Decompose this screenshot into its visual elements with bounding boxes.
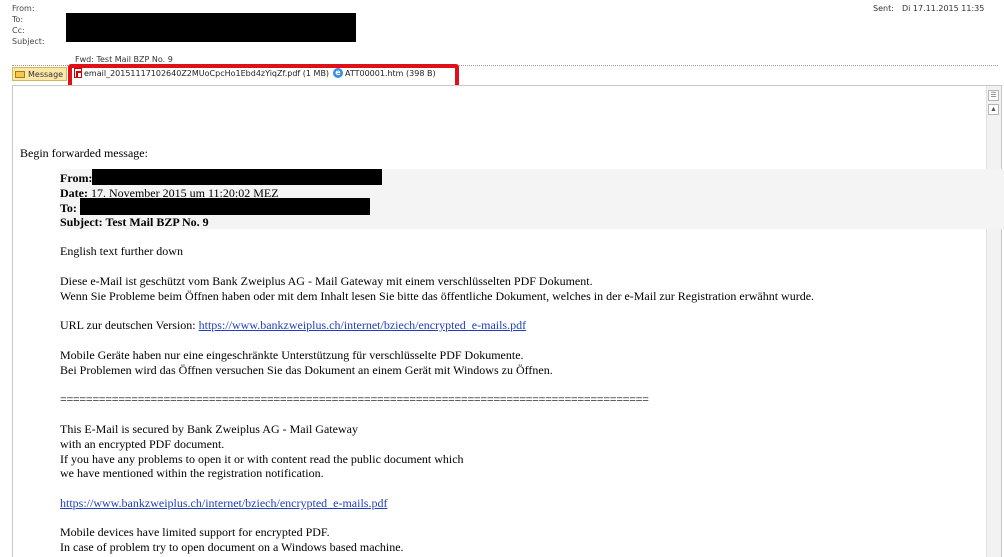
de-paragraph-line1: Diese e-Mail ist geschützt vom Bank Zwei… — [60, 274, 593, 288]
divider-line: ========================================… — [60, 392, 649, 406]
en-line1: This E-Mail is secured by Bank Zweiplus … — [60, 422, 358, 436]
en-mobile-line2: In case of problem try to open document … — [60, 540, 404, 554]
english-note: English text further down — [60, 244, 183, 258]
fwd-subject: Subject: Test Mail BZP No. 9 — [60, 215, 209, 230]
vertical-scrollbar[interactable]: ☰ ▲ — [986, 86, 1001, 557]
envelope-icon — [15, 70, 25, 78]
scroll-up-button[interactable]: ▲ — [988, 104, 999, 115]
message-tab[interactable]: Message — [12, 67, 67, 81]
de-url-line: URL zur deutschen Version: https://www.b… — [60, 318, 526, 333]
redacted-fwd-to — [80, 198, 370, 215]
to-label: To: — [12, 15, 24, 24]
fwd-subject-label: Subject: — [60, 215, 103, 229]
fwd-subject-value: Test Mail BZP No. 9 — [102, 215, 209, 229]
fwd-to-label: To: — [60, 201, 77, 215]
message-header: From: To: Cc: Subject: Fwd: Test Mail BZ… — [0, 0, 1004, 89]
en-mobile-line1: Mobile devices have limited support for … — [60, 525, 330, 539]
cc-label: Cc: — [12, 26, 25, 35]
en-line2: with an encrypted PDF document. — [60, 437, 225, 451]
en-line3: If you have any problems to open it or w… — [60, 452, 464, 466]
de-url-label: URL zur deutschen Version: — [60, 318, 199, 332]
en-line4: we have mentioned within the registratio… — [60, 466, 324, 480]
de-mobile-line1: Mobile Geräte haben nur eine eingeschrän… — [60, 348, 524, 362]
sent-label: Sent: — [873, 4, 894, 13]
de-url-link[interactable]: https://www.bankzweiplus.ch/internet/bzi… — [199, 318, 526, 332]
from-label: From: — [12, 4, 35, 13]
en-url-link[interactable]: https://www.bankzweiplus.ch/internet/bzi… — [60, 496, 387, 511]
subject-label: Subject: — [12, 37, 45, 46]
redacted-fwd-from — [92, 169, 382, 185]
de-mobile-line2: Bei Problemen wird das Öffnen versuchen … — [60, 363, 553, 377]
de-paragraph-line2: Wenn Sie Probleme beim Öffnen haben oder… — [60, 289, 815, 303]
fwd-from-label: From: — [60, 171, 93, 185]
redacted-sender-recipient — [66, 13, 356, 42]
reading-pane-icon[interactable]: ☰ — [988, 90, 999, 101]
begin-forwarded: Begin forwarded message: — [20, 146, 148, 160]
message-tab-label: Message — [28, 69, 64, 79]
sent-value: Di 17.11.2015 11:35 — [902, 4, 985, 13]
subject-value: Fwd: Test Mail BZP No. 9 — [75, 55, 173, 64]
